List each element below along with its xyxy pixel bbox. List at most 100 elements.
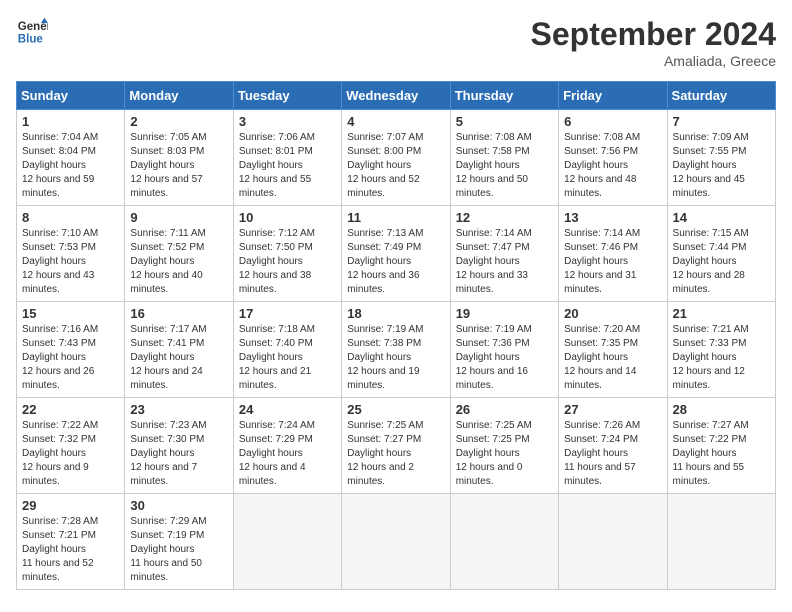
calendar-cell: 5 Sunrise: 7:08 AMSunset: 7:58 PMDaylight… bbox=[450, 110, 558, 206]
day-number: 8 bbox=[22, 210, 119, 225]
calendar-cell: 1 Sunrise: 7:04 AMSunset: 8:04 PMDaylight… bbox=[17, 110, 125, 206]
calendar-cell: 18Sunrise: 7:19 AMSunset: 7:38 PMDayligh… bbox=[342, 302, 450, 398]
day-info: Sunrise: 7:09 AMSunset: 7:55 PMDaylight … bbox=[673, 131, 770, 201]
calendar-cell: 14Sunrise: 7:15 AMSunset: 7:44 PMDayligh… bbox=[667, 206, 775, 302]
header-tuesday: Tuesday bbox=[233, 82, 341, 110]
day-info: Sunrise: 7:06 AMSunset: 8:01 PMDaylight … bbox=[239, 131, 336, 201]
day-number: 5 bbox=[456, 114, 553, 129]
calendar-cell: 26 Sunrise: 7:25 AMSunset: 7:25 PMDayligh… bbox=[450, 398, 558, 494]
calendar-cell bbox=[233, 494, 341, 590]
day-info: Sunrise: 7:07 AMSunset: 8:00 PMDaylight … bbox=[347, 131, 444, 201]
calendar-cell: 7 Sunrise: 7:09 AMSunset: 7:55 PMDaylight… bbox=[667, 110, 775, 206]
logo: General Blue bbox=[16, 16, 48, 48]
calendar-cell: 20 Sunrise: 7:20 AMSunset: 7:35 PMDayligh… bbox=[559, 302, 667, 398]
calendar-cell: 8 Sunrise: 7:10 AMSunset: 7:53 PMDaylight… bbox=[17, 206, 125, 302]
header-wednesday: Wednesday bbox=[342, 82, 450, 110]
day-number: 27 bbox=[564, 402, 661, 417]
day-info: Sunrise: 7:14 AMSunset: 7:47 PMDaylight … bbox=[456, 227, 553, 297]
calendar-row: 1 Sunrise: 7:04 AMSunset: 8:04 PMDaylight… bbox=[17, 110, 776, 206]
calendar-cell: 19 Sunrise: 7:19 AMSunset: 7:36 PMDayligh… bbox=[450, 302, 558, 398]
header-thursday: Thursday bbox=[450, 82, 558, 110]
day-number: 7 bbox=[673, 114, 770, 129]
calendar-cell: 17Sunrise: 7:18 AMSunset: 7:40 PMDayligh… bbox=[233, 302, 341, 398]
day-info: Sunrise: 7:11 AMSunset: 7:52 PMDaylight … bbox=[130, 227, 227, 297]
calendar-cell: 24 Sunrise: 7:24 AMSunset: 7:29 PMDayligh… bbox=[233, 398, 341, 494]
day-info: Sunrise: 7:29 AMSunset: 7:19 PMDaylight … bbox=[130, 515, 227, 585]
day-info: Sunrise: 7:04 AMSunset: 8:04 PMDaylight … bbox=[22, 131, 119, 201]
day-info: Sunrise: 7:28 AMSunset: 7:21 PMDaylight … bbox=[22, 515, 119, 585]
day-info: Sunrise: 7:10 AMSunset: 7:53 PMDaylight … bbox=[22, 227, 119, 297]
day-info: Sunrise: 7:21 AMSunset: 7:33 PMDaylight … bbox=[673, 323, 770, 393]
calendar-cell bbox=[342, 494, 450, 590]
calendar-cell: 2 Sunrise: 7:05 AMSunset: 8:03 PMDaylight… bbox=[125, 110, 233, 206]
day-number: 15 bbox=[22, 306, 119, 321]
day-info: Sunrise: 7:08 AMSunset: 7:56 PMDaylight … bbox=[564, 131, 661, 201]
day-number: 29 bbox=[22, 498, 119, 513]
calendar-cell: 12 Sunrise: 7:14 AMSunset: 7:47 PMDayligh… bbox=[450, 206, 558, 302]
calendar-cell: 3 Sunrise: 7:06 AMSunset: 8:01 PMDaylight… bbox=[233, 110, 341, 206]
header-monday: Monday bbox=[125, 82, 233, 110]
calendar-cell: 22 Sunrise: 7:22 AMSunset: 7:32 PMDayligh… bbox=[17, 398, 125, 494]
header-sunday: Sunday bbox=[17, 82, 125, 110]
day-info: Sunrise: 7:24 AMSunset: 7:29 PMDaylight … bbox=[239, 419, 336, 489]
calendar-cell: 6 Sunrise: 7:08 AMSunset: 7:56 PMDaylight… bbox=[559, 110, 667, 206]
day-info: Sunrise: 7:25 AMSunset: 7:25 PMDaylight … bbox=[456, 419, 553, 489]
day-number: 24 bbox=[239, 402, 336, 417]
day-number: 11 bbox=[347, 210, 444, 225]
calendar-cell bbox=[667, 494, 775, 590]
day-info: Sunrise: 7:22 AMSunset: 7:32 PMDaylight … bbox=[22, 419, 119, 489]
calendar-cell: 28 Sunrise: 7:27 AMSunset: 7:22 PMDayligh… bbox=[667, 398, 775, 494]
day-info: Sunrise: 7:05 AMSunset: 8:03 PMDaylight … bbox=[130, 131, 227, 201]
weekday-header-row: Sunday Monday Tuesday Wednesday Thursday… bbox=[17, 82, 776, 110]
day-number: 3 bbox=[239, 114, 336, 129]
day-number: 12 bbox=[456, 210, 553, 225]
calendar-cell: 21 Sunrise: 7:21 AMSunset: 7:33 PMDayligh… bbox=[667, 302, 775, 398]
day-number: 23 bbox=[130, 402, 227, 417]
day-info: Sunrise: 7:25 AMSunset: 7:27 PMDaylight … bbox=[347, 419, 444, 489]
calendar-row: 8 Sunrise: 7:10 AMSunset: 7:53 PMDaylight… bbox=[17, 206, 776, 302]
day-number: 14 bbox=[673, 210, 770, 225]
day-info: Sunrise: 7:17 AMSunset: 7:41 PMDaylight … bbox=[130, 323, 227, 393]
day-number: 16 bbox=[130, 306, 227, 321]
day-number: 6 bbox=[564, 114, 661, 129]
day-info: Sunrise: 7:19 AMSunset: 7:38 PMDaylight … bbox=[347, 323, 444, 393]
day-info: Sunrise: 7:16 AMSunset: 7:43 PMDaylight … bbox=[22, 323, 119, 393]
day-number: 25 bbox=[347, 402, 444, 417]
day-number: 28 bbox=[673, 402, 770, 417]
day-number: 4 bbox=[347, 114, 444, 129]
calendar-cell: 25 Sunrise: 7:25 AMSunset: 7:27 PMDayligh… bbox=[342, 398, 450, 494]
calendar-cell: 30Sunrise: 7:29 AMSunset: 7:19 PMDayligh… bbox=[125, 494, 233, 590]
header-friday: Friday bbox=[559, 82, 667, 110]
page-header: General Blue September 2024 Amaliada, Gr… bbox=[16, 16, 776, 69]
day-info: Sunrise: 7:18 AMSunset: 7:40 PMDaylight … bbox=[239, 323, 336, 393]
day-number: 10 bbox=[239, 210, 336, 225]
day-info: Sunrise: 7:26 AMSunset: 7:24 PMDaylight … bbox=[564, 419, 661, 489]
day-info: Sunrise: 7:27 AMSunset: 7:22 PMDaylight … bbox=[673, 419, 770, 489]
calendar-row: 22 Sunrise: 7:22 AMSunset: 7:32 PMDayligh… bbox=[17, 398, 776, 494]
day-info: Sunrise: 7:20 AMSunset: 7:35 PMDaylight … bbox=[564, 323, 661, 393]
calendar-cell: 15 Sunrise: 7:16 AMSunset: 7:43 PMDayligh… bbox=[17, 302, 125, 398]
location: Amaliada, Greece bbox=[531, 53, 776, 69]
calendar-cell bbox=[450, 494, 558, 590]
day-number: 20 bbox=[564, 306, 661, 321]
calendar-cell: 16 Sunrise: 7:17 AMSunset: 7:41 PMDayligh… bbox=[125, 302, 233, 398]
calendar-cell: 9 Sunrise: 7:11 AMSunset: 7:52 PMDaylight… bbox=[125, 206, 233, 302]
day-number: 13 bbox=[564, 210, 661, 225]
calendar-cell: 27 Sunrise: 7:26 AMSunset: 7:24 PMDayligh… bbox=[559, 398, 667, 494]
day-info: Sunrise: 7:08 AMSunset: 7:58 PMDaylight … bbox=[456, 131, 553, 201]
day-number: 2 bbox=[130, 114, 227, 129]
day-info: Sunrise: 7:13 AMSunset: 7:49 PMDaylight … bbox=[347, 227, 444, 297]
day-number: 26 bbox=[456, 402, 553, 417]
day-number: 9 bbox=[130, 210, 227, 225]
day-number: 22 bbox=[22, 402, 119, 417]
day-number: 21 bbox=[673, 306, 770, 321]
calendar-cell: 13Sunrise: 7:14 AMSunset: 7:46 PMDayligh… bbox=[559, 206, 667, 302]
title-block: September 2024 Amaliada, Greece bbox=[531, 16, 776, 69]
day-info: Sunrise: 7:23 AMSunset: 7:30 PMDaylight … bbox=[130, 419, 227, 489]
calendar-cell bbox=[559, 494, 667, 590]
day-number: 19 bbox=[456, 306, 553, 321]
svg-text:Blue: Blue bbox=[18, 34, 44, 46]
day-number: 1 bbox=[22, 114, 119, 129]
day-info: Sunrise: 7:19 AMSunset: 7:36 PMDaylight … bbox=[456, 323, 553, 393]
calendar-cell: 10Sunrise: 7:12 AMSunset: 7:50 PMDayligh… bbox=[233, 206, 341, 302]
